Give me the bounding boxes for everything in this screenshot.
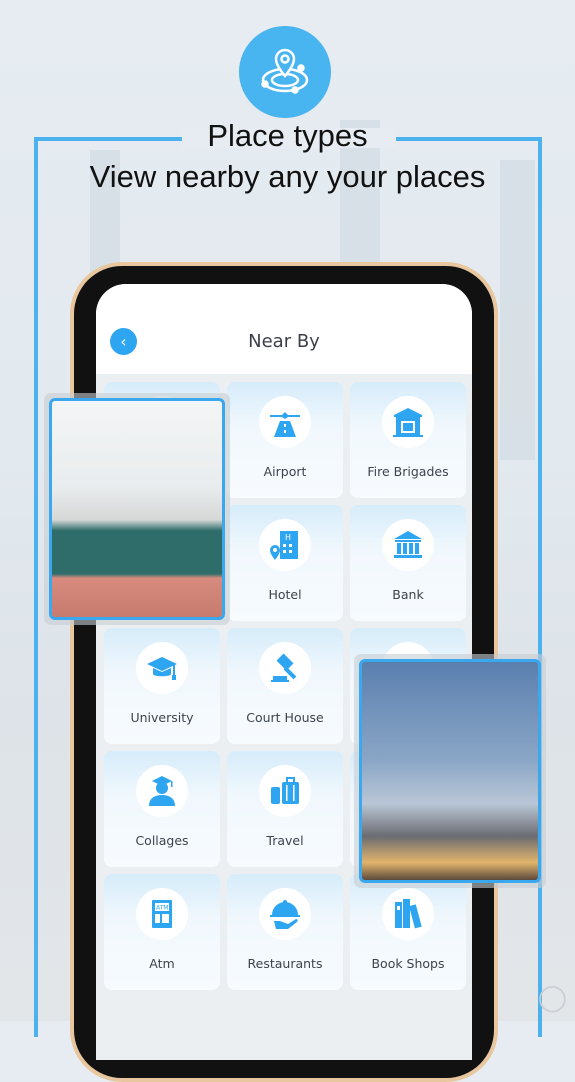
watermark-logo: ◯ — [537, 983, 567, 1013]
luggage-icon — [259, 765, 311, 817]
category-label: Atm — [149, 956, 175, 971]
fire-station-icon — [382, 396, 434, 448]
category-tile-travel[interactable]: Travel — [227, 751, 343, 867]
category-label: Fire Brigades — [367, 464, 449, 479]
app-bar: ‹ Near By — [96, 284, 472, 374]
atm-icon: ATM — [136, 888, 188, 940]
category-tile-collages[interactable]: Collages — [104, 751, 220, 867]
svg-text:H: H — [285, 533, 291, 542]
category-label: Book Shops — [371, 956, 445, 971]
category-tile-restaurants[interactable]: Restaurants — [227, 874, 343, 990]
category-label: Airport — [263, 464, 307, 479]
category-tile-hotel[interactable]: H Hotel — [227, 505, 343, 621]
cloche-icon — [259, 888, 311, 940]
graduate-icon — [136, 765, 188, 817]
page-title: Place types — [207, 118, 368, 153]
category-tile-book-shops[interactable]: Book Shops — [350, 874, 466, 990]
museum-gallery-photo — [44, 393, 230, 625]
books-icon — [382, 888, 434, 940]
category-tile-court-house[interactable]: Court House — [227, 628, 343, 744]
svg-text:ATM: ATM — [156, 905, 168, 912]
hotel-icon: H — [259, 519, 311, 571]
location-radar-icon — [239, 26, 331, 118]
category-tile-atm[interactable]: ATM Atm — [104, 874, 220, 990]
kazan-mosque-photo — [354, 654, 546, 888]
category-label: Bank — [392, 587, 424, 602]
gavel-icon — [259, 642, 311, 694]
category-label: Restaurants — [247, 956, 323, 971]
category-tile-university[interactable]: University — [104, 628, 220, 744]
graduation-cap-icon — [136, 642, 188, 694]
category-label: Hotel — [268, 587, 302, 602]
category-tile-bank[interactable]: Bank — [350, 505, 466, 621]
app-title: Near By — [248, 331, 320, 352]
airport-runway-icon — [259, 396, 311, 448]
category-tile-airport[interactable]: Airport — [227, 382, 343, 498]
category-tile-fire-brigades[interactable]: Fire Brigades — [350, 382, 466, 498]
page-subtitle: View nearby any your places — [89, 159, 486, 194]
category-label: Collages — [135, 833, 189, 848]
bank-icon — [382, 519, 434, 571]
category-label: University — [130, 710, 194, 725]
category-label: Travel — [266, 833, 304, 848]
category-label: Court House — [246, 710, 324, 725]
